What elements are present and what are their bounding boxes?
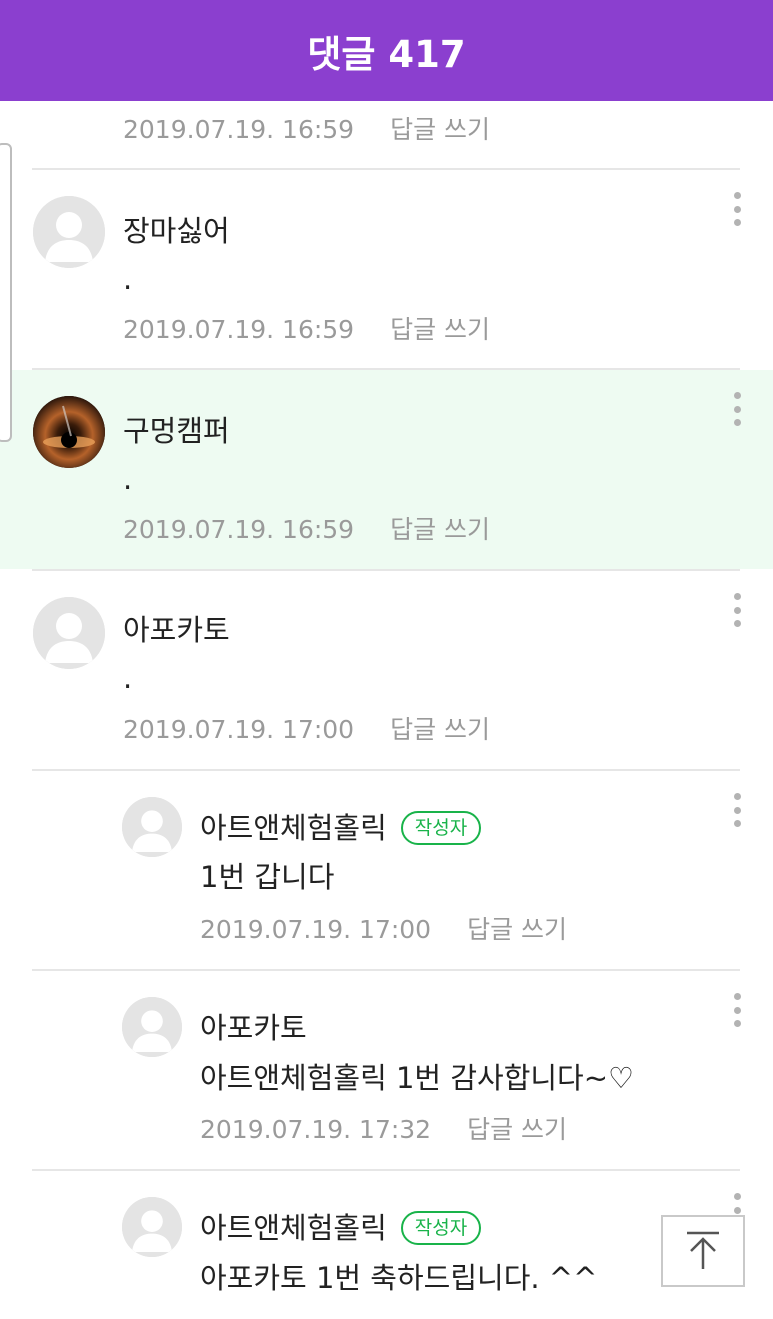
more-vert-icon[interactable] bbox=[733, 392, 741, 426]
author-badge: 작성자 bbox=[400, 811, 482, 845]
author-badge: 작성자 bbox=[400, 1211, 482, 1245]
page-title: 댓글 417 bbox=[307, 32, 466, 76]
scroll-top-button[interactable] bbox=[661, 1215, 745, 1287]
reply-author[interactable]: 아트앤체험홀릭 bbox=[200, 811, 387, 845]
reply-author[interactable]: 아포카토 bbox=[200, 1005, 307, 1047]
reply-button[interactable]: 답글 쓰기 bbox=[390, 515, 490, 544]
default-avatar-icon[interactable] bbox=[33, 196, 105, 268]
default-avatar-icon[interactable] bbox=[122, 997, 182, 1057]
reply-button[interactable]: 답글 쓰기 bbox=[467, 1115, 567, 1144]
side-panel-edge[interactable] bbox=[0, 143, 12, 442]
reply-button[interactable]: 답글 쓰기 bbox=[390, 315, 490, 344]
reply-date: 2019.07.19. 17:00 bbox=[200, 915, 432, 944]
comment-text: . bbox=[123, 661, 133, 695]
reply-meta: 2019.07.19. 17:32 답글 쓰기 bbox=[200, 1110, 567, 1146]
more-vert-icon[interactable] bbox=[733, 593, 741, 627]
comment-item: 장마싫어 . 2019.07.19. 16:59 답글 쓰기 bbox=[0, 170, 773, 369]
reply-button[interactable]: 답글 쓰기 bbox=[467, 915, 567, 944]
reply-text: 1번 갑니다 bbox=[200, 860, 335, 894]
comment-meta: 2019.07.19. 16:59 답글 쓰기 bbox=[123, 310, 490, 346]
comment-meta: 2019.07.19. 16:59 답글 쓰기 bbox=[123, 510, 490, 546]
reply-item: 아트앤체험홀릭 작성자 아포카토 1번 축하드립니다. ^^ bbox=[0, 1171, 773, 1319]
comment-item: 아포카토 . 2019.07.19. 17:00 답글 쓰기 bbox=[0, 571, 773, 770]
page-header: 댓글 417 bbox=[0, 0, 773, 101]
more-vert-icon[interactable] bbox=[733, 793, 741, 827]
black-hole-avatar-icon[interactable] bbox=[33, 396, 105, 468]
more-vert-icon[interactable] bbox=[733, 993, 741, 1027]
reply-author-row: 아트앤체험홀릭 작성자 bbox=[200, 805, 482, 847]
reply-item: 아트앤체험홀릭 작성자 1번 갑니다 2019.07.19. 17:00 답글 쓰기 bbox=[0, 771, 773, 969]
comment-date: 2019.07.19. 17:00 bbox=[123, 715, 355, 744]
comment-author[interactable]: 아포카토 bbox=[123, 607, 230, 649]
reply-button[interactable]: 답글 쓰기 bbox=[390, 715, 490, 744]
comment-author[interactable]: 장마싫어 bbox=[123, 208, 230, 250]
comment-item-highlighted: 구멍캠퍼 . 2019.07.19. 16:59 답글 쓰기 bbox=[0, 370, 773, 569]
reply-text: 아포카토 1번 축하드립니다. ^^ bbox=[200, 1261, 598, 1295]
comment-author[interactable]: 구멍캠퍼 bbox=[123, 408, 230, 450]
reply-author-row: 아트앤체험홀릭 작성자 bbox=[200, 1205, 482, 1247]
reply-meta: 2019.07.19. 17:00 답글 쓰기 bbox=[200, 910, 567, 946]
comment-text: . bbox=[123, 462, 133, 496]
comment-meta: 2019.07.19. 16:59 답글 쓰기 bbox=[123, 110, 490, 146]
reply-date: 2019.07.19. 17:32 bbox=[200, 1115, 432, 1144]
comment-date: 2019.07.19. 16:59 bbox=[123, 115, 355, 144]
scroll-top-icon bbox=[687, 1231, 719, 1269]
comment-text: . bbox=[123, 262, 133, 296]
reply-author[interactable]: 아트앤체험홀릭 bbox=[200, 1211, 387, 1245]
default-avatar-icon[interactable] bbox=[122, 797, 182, 857]
more-vert-icon[interactable] bbox=[733, 192, 741, 226]
default-avatar-icon[interactable] bbox=[33, 597, 105, 669]
reply-text: 아트앤체험홀릭 1번 감사합니다~♡ bbox=[200, 1061, 635, 1095]
default-avatar-icon[interactable] bbox=[122, 1197, 182, 1257]
comment-date: 2019.07.19. 16:59 bbox=[123, 315, 355, 344]
comment-date: 2019.07.19. 16:59 bbox=[123, 515, 355, 544]
comment-meta: 2019.07.19. 17:00 답글 쓰기 bbox=[123, 710, 490, 746]
reply-button[interactable]: 답글 쓰기 bbox=[390, 115, 490, 144]
reply-item: 아포카토 아트앤체험홀릭 1번 감사합니다~♡ 2019.07.19. 17:3… bbox=[0, 971, 773, 1169]
